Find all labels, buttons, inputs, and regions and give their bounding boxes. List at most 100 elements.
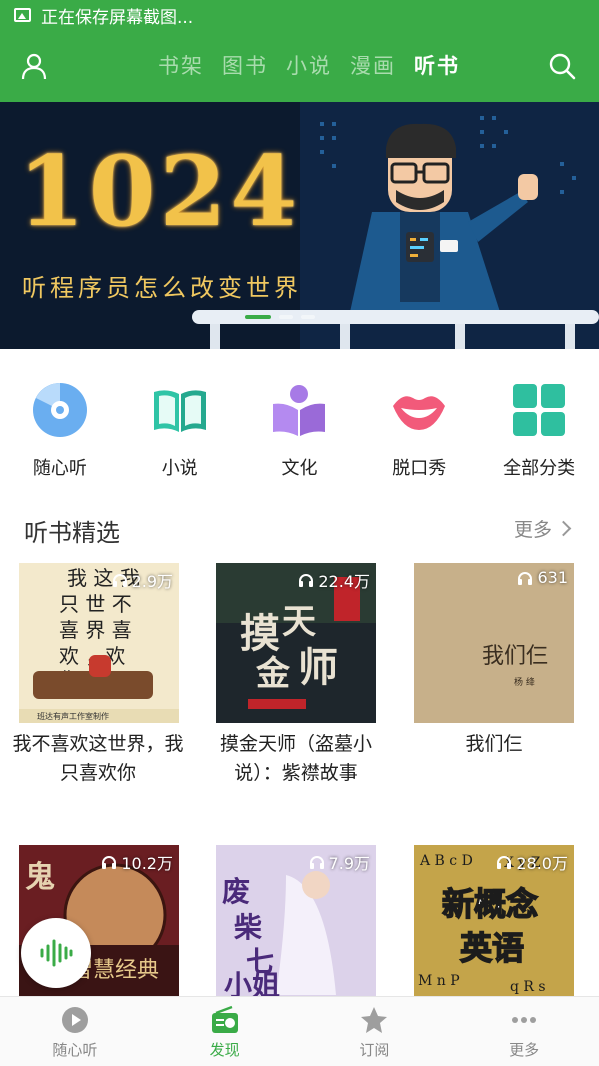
category-label: 脱口秀	[392, 458, 447, 479]
open-book-icon	[153, 390, 206, 432]
svg-text:班达有声工作室制作: 班达有声工作室制作	[37, 711, 109, 721]
svg-text:M n P: M n P	[418, 973, 460, 989]
reading-person-icon	[273, 385, 326, 436]
category-label: 小说	[161, 458, 198, 479]
tab-novels[interactable]: 小说	[286, 50, 332, 80]
star-icon	[361, 1007, 388, 1033]
carousel-dot-1	[245, 315, 271, 319]
carousel-indicator	[245, 315, 315, 319]
featured-section-header: 听书精选 更多	[0, 505, 599, 551]
tab-comics[interactable]: 漫画	[350, 50, 396, 80]
svg-text:杨 绛: 杨 绛	[514, 676, 535, 688]
play-count: 10.2万	[101, 850, 173, 874]
banner-headline: 1024	[18, 135, 302, 248]
svg-text:q R s: q R s	[510, 979, 546, 995]
svg-text:只 世 不: 只 世 不	[59, 592, 132, 616]
book-title-line: 摸金天师（盗墓小	[219, 733, 372, 755]
bottom-tab-label: 随心听	[52, 1041, 98, 1059]
tab-bookshelf[interactable]: 书架	[158, 50, 204, 80]
svg-text:师: 师	[298, 644, 338, 691]
promo-banner[interactable]: 1024 听程序员怎么改变世界	[0, 102, 599, 349]
svg-text:金: 金	[255, 654, 291, 694]
svg-text:天: 天	[282, 602, 316, 642]
svg-text:A B c D: A B c D	[419, 853, 473, 869]
play-count: 2.9万	[112, 568, 173, 592]
book-cover[interactable]: 废 柴 七 小姐 7.9万	[216, 845, 376, 997]
chevron-right-icon	[555, 520, 572, 537]
play-count-value: 22.4万	[318, 572, 370, 591]
book-cover[interactable]: 摸 天 金 师 22.4万	[216, 563, 376, 723]
play-count-value: 2.9万	[131, 572, 173, 591]
svg-text:废: 废	[222, 875, 250, 908]
headphones-icon	[112, 574, 127, 587]
category-culture[interactable]: 文化	[240, 380, 360, 490]
category-label: 全部分类	[503, 458, 576, 479]
play-count-value: 7.9万	[328, 854, 370, 873]
floating-player-button[interactable]	[21, 918, 91, 988]
bottom-tab-discover[interactable]: 发现	[150, 997, 300, 1066]
svg-text:喜 界 喜: 喜 界 喜	[59, 618, 132, 642]
bottom-navigation: 随心听 发现 订阅 更多	[0, 996, 599, 1066]
bottom-tab-subscribe[interactable]: 订阅	[300, 997, 450, 1066]
bottom-tab-label: 更多	[509, 1041, 540, 1059]
more-label: 更多	[514, 519, 553, 541]
category-all[interactable]: 全部分类	[479, 380, 599, 490]
bottom-tab-random-listen[interactable]: 随心听	[0, 997, 150, 1066]
play-circle-icon	[61, 1007, 88, 1033]
search-icon[interactable]	[548, 52, 576, 80]
play-count: 7.9万	[309, 850, 370, 874]
headphones-icon	[102, 856, 117, 869]
play-count: 22.4万	[298, 568, 370, 592]
book-title-line: 说）：紫襟故事	[234, 762, 358, 784]
book-cover[interactable]: A B c DX y Z M n Pq R s 新概念 英语 28.0万	[414, 845, 574, 997]
headphones-icon	[518, 571, 533, 585]
more-link[interactable]: 更多	[514, 515, 572, 542]
image-icon	[14, 8, 31, 22]
headphones-icon	[299, 574, 314, 587]
play-count-value: 10.2万	[121, 854, 173, 873]
category-talkshow[interactable]: 脱口秀	[359, 380, 479, 490]
play-count-value: 28.0万	[516, 854, 568, 873]
cover-art: 我们仨 杨 绛	[414, 563, 574, 723]
banner-subtitle: 听程序员怎么改变世界	[22, 274, 302, 302]
svg-text:新概念: 新概念	[442, 885, 538, 923]
lips-icon	[393, 396, 446, 430]
book-cover[interactable]: 我 这 我 只 世 不 喜 界 喜 欢 ，欢 你 班达有声工作室制作 2.9万	[19, 563, 179, 723]
play-count: 28.0万	[496, 850, 568, 874]
top-navigation: 书架 图书 小说 漫画 听书	[0, 30, 599, 102]
bottom-tab-more[interactable]: 更多	[449, 997, 599, 1066]
category-row: 随心听 小说 文化 脱口秀 全部分类	[0, 380, 599, 490]
book-title-line: 我们仨	[465, 733, 523, 755]
book-title-line: 只喜欢你	[59, 762, 136, 784]
svg-text:英语: 英语	[460, 929, 524, 967]
more-dots-icon	[512, 1017, 537, 1023]
category-novels[interactable]: 小说	[120, 380, 240, 490]
book-title[interactable]: 摸金天师（盗墓小 说）：紫襟故事	[198, 730, 394, 788]
bottom-tab-label: 发现	[209, 1041, 240, 1059]
disc-icon	[32, 383, 87, 437]
headphones-icon	[309, 856, 324, 869]
user-icon[interactable]	[20, 52, 48, 80]
bottom-tab-label: 订阅	[359, 1041, 390, 1059]
play-count-value: 631	[537, 568, 568, 587]
play-count: 631	[517, 568, 568, 587]
book-title[interactable]: 我不喜欢这世界，我 只喜欢你	[0, 730, 196, 788]
status-bar: 正在保存屏幕截图...	[0, 0, 599, 30]
grid-icon	[513, 384, 566, 436]
book-title-line: 我不喜欢这世界，我	[12, 733, 184, 755]
book-cover[interactable]: 我们仨 杨 绛 631	[414, 563, 574, 723]
svg-text:我们仨: 我们仨	[482, 644, 548, 669]
section-title: 听书精选	[24, 519, 120, 547]
category-label: 随心听	[32, 458, 87, 479]
sound-wave-icon	[40, 939, 73, 967]
carousel-dot-3	[301, 315, 315, 319]
status-text: 正在保存屏幕截图...	[41, 7, 194, 28]
headphones-icon	[497, 856, 512, 869]
book-title[interactable]: 我们仨	[396, 730, 592, 759]
tab-books[interactable]: 图书	[222, 50, 268, 80]
svg-text:鬼: 鬼	[25, 860, 55, 895]
svg-text:摸: 摸	[240, 610, 280, 657]
category-label: 文化	[281, 458, 318, 479]
category-random-listen[interactable]: 随心听	[0, 380, 120, 490]
tab-audiobooks[interactable]: 听书	[414, 50, 460, 80]
